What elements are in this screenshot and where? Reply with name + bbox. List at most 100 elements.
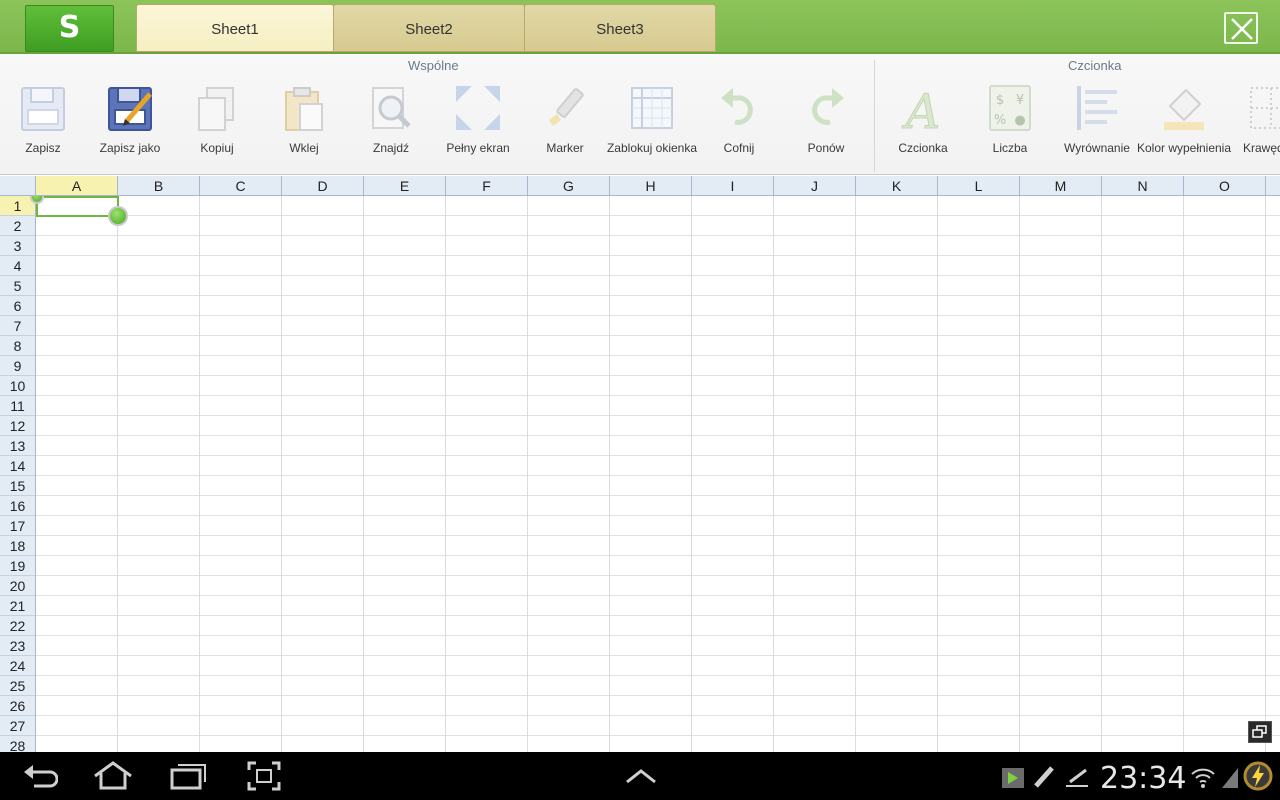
row-header-6[interactable]: 6 [0,296,36,316]
save-as-button[interactable]: Zapisz jako [87,84,173,174]
undo-button[interactable]: Cofnij [696,84,782,174]
row-header-9[interactable]: 9 [0,356,36,376]
row-header-3[interactable]: 3 [0,236,36,256]
column-header-g[interactable]: G [528,176,610,196]
font-icon: A [901,84,941,134]
close-icon [1231,18,1253,40]
svg-text:%: % [994,113,1006,128]
row-header-22[interactable]: 22 [0,616,36,636]
row-header-16[interactable]: 16 [0,496,36,516]
freeze-panes-button[interactable]: Zablokuj okienka [607,84,697,174]
column-header-d[interactable]: D [282,176,364,196]
row-header-28[interactable]: 28 [0,736,36,752]
paste-button[interactable]: Wklej [261,84,347,174]
row-header-26[interactable]: 26 [0,696,36,716]
row-header-27[interactable]: 27 [0,716,36,736]
row-header-4[interactable]: 4 [0,256,36,276]
home-icon[interactable] [92,760,134,792]
column-header-k[interactable]: K [856,176,938,196]
column-header-o[interactable]: O [1184,176,1266,196]
column-header-l[interactable]: L [938,176,1020,196]
column-header-n[interactable]: N [1102,176,1184,196]
save-button[interactable]: Zapisz [0,84,86,174]
row-header-13[interactable]: 13 [0,436,36,456]
paste-label: Wklej [289,141,319,155]
row-header-17[interactable]: 17 [0,516,36,536]
screenshot-icon[interactable] [246,760,282,792]
redo-label: Ponów [807,141,845,155]
spreadsheet-grid[interactable]: ABCDEFGHIJKLMNO 1 2 3 4 5 6 7 8 9 10 11 12 13 14 15 16 1… [0,176,1280,752]
selected-cell[interactable] [36,196,119,217]
svg-text:●: ● [1014,113,1025,128]
number-format-icon: $ ¥ % ● [989,85,1031,131]
cell-area[interactable] [36,196,1280,752]
title-bar: S Sheet1 Sheet2 Sheet3 [0,0,1280,54]
status-clock: 23:34 [1100,761,1187,796]
tab-sheet3[interactable]: Sheet3 [524,4,716,52]
ribbon-toolbar: Wspólne Czcionka Zapisz Zapisz jako Kopi… [0,54,1280,175]
fullscreen-button[interactable]: Pełny ekran [435,84,521,174]
save-label: Zapisz [25,141,61,155]
selection-end-handle[interactable] [108,206,128,226]
undo-label: Cofnij [723,141,755,155]
fill-color-button[interactable]: Kolor wypełnienia [1137,84,1231,174]
signal-icon [1222,768,1238,788]
row-header-20[interactable]: 20 [0,576,36,596]
find-button[interactable]: Znajdź [348,84,434,174]
restore-window-button[interactable] [1248,721,1272,743]
alignment-button[interactable]: Wyrównanie [1054,84,1140,174]
row-header-5[interactable]: 5 [0,276,36,296]
group-divider [874,60,875,172]
font-button[interactable]: A Czcionka [880,84,966,174]
select-all-corner[interactable] [0,176,36,196]
row-header-21[interactable]: 21 [0,596,36,616]
borders-button[interactable]: Krawędzie [1228,84,1280,174]
fill-color-label: Kolor wypełnienia [1136,141,1232,155]
recent-apps-icon[interactable] [168,760,208,792]
tab-sheet1[interactable]: Sheet1 [136,4,334,52]
row-header-8[interactable]: 8 [0,336,36,356]
download-notification-icon [1002,768,1024,788]
number-format-button[interactable]: $ ¥ % ● Liczba [967,84,1053,174]
close-button[interactable] [1224,12,1258,44]
chevron-up-icon[interactable] [624,766,658,786]
column-header-h[interactable]: H [610,176,692,196]
row-header-15[interactable]: 15 [0,476,36,496]
handwriting-notification-icon [1066,768,1088,787]
group-title-font: Czcionka [1068,58,1122,73]
column-header-b[interactable]: B [118,176,200,196]
marker-button[interactable]: Marker [522,84,608,174]
row-header-23[interactable]: 23 [0,636,36,656]
column-header-c[interactable]: C [200,176,282,196]
column-header-f[interactable]: F [446,176,528,196]
row-header-11[interactable]: 11 [0,396,36,416]
row-header-14[interactable]: 14 [0,456,36,476]
column-header-e[interactable]: E [364,176,446,196]
row-header-12[interactable]: 12 [0,416,36,436]
font-label: Czcionka [898,141,948,155]
column-header-a[interactable]: A [36,176,118,196]
app-logo-button[interactable]: S [25,5,114,52]
row-header-7[interactable]: 7 [0,316,36,336]
row-header-25[interactable]: 25 [0,676,36,696]
column-header-j[interactable]: J [774,176,856,196]
row-header-10[interactable]: 10 [0,376,36,396]
magnifier-icon [372,87,411,129]
save-as-label: Zapisz jako [99,141,161,155]
row-header-19[interactable]: 19 [0,556,36,576]
back-icon[interactable] [20,760,58,792]
row-header-24[interactable]: 24 [0,656,36,676]
column-header-i[interactable]: I [692,176,774,196]
column-header-m[interactable]: M [1020,176,1102,196]
svg-text:$: $ [996,93,1004,108]
column-header-partial[interactable] [1266,176,1280,196]
system-navigation-bar: 23:34 [0,752,1280,800]
redo-button[interactable]: Ponów [783,84,869,174]
row-header-18[interactable]: 18 [0,536,36,556]
floppy-disk-icon [21,87,65,131]
freeze-panes-label: Zablokuj okienka [606,141,698,155]
copy-button[interactable]: Kopiuj [174,84,260,174]
svg-text:A: A [902,84,941,134]
tab-sheet2[interactable]: Sheet2 [333,4,525,52]
row-header-2[interactable]: 2 [0,216,36,236]
